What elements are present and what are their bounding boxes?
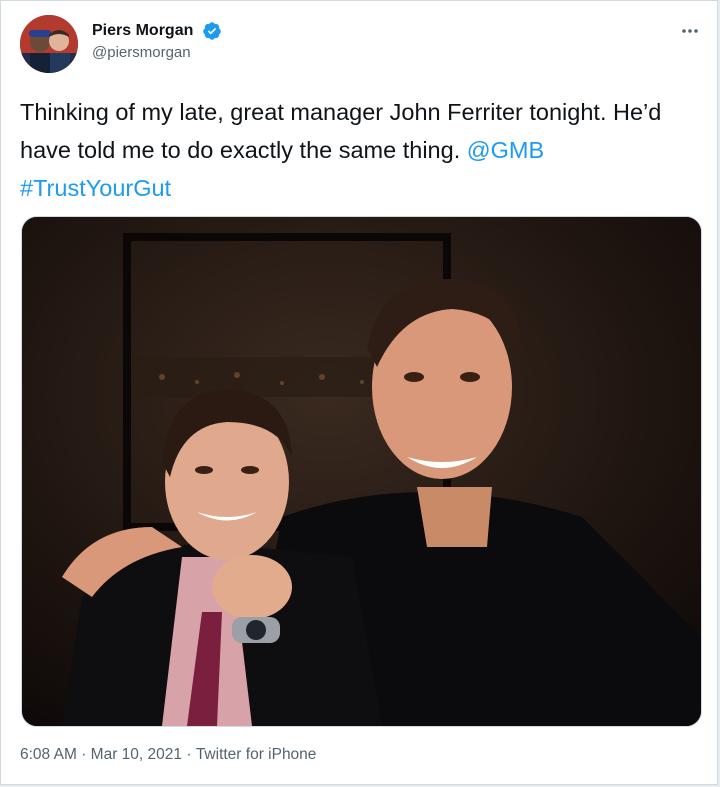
author-display-name[interactable]: Piers Morgan	[92, 22, 193, 40]
author-handle[interactable]: @piersmorgan	[92, 44, 222, 61]
more-horizontal-icon[interactable]	[680, 21, 700, 46]
meta-separator: ·	[81, 746, 87, 763]
tweet-time[interactable]: 6:08 AM	[20, 746, 77, 764]
tweet-source[interactable]: Twitter for iPhone	[196, 746, 317, 764]
tweet-header: Piers Morgan @piersmorgan	[20, 15, 700, 75]
mention-link[interactable]: @GMB	[467, 137, 544, 163]
tweet-meta: 6:08 AM · Mar 10, 2021 · Twitter for iPh…	[20, 746, 316, 764]
verified-badge-icon	[202, 21, 222, 41]
avatar[interactable]	[20, 15, 78, 73]
meta-separator: ·	[186, 746, 192, 763]
tweet-text: Thinking of my late, great manager John …	[20, 93, 700, 207]
tweet-body-text: Thinking of my late, great manager John …	[20, 99, 662, 163]
hashtag-link[interactable]: #TrustYourGut	[20, 175, 171, 201]
tweet-card: Piers Morgan @piersmorgan Thinking of my…	[0, 0, 718, 785]
tweet-photo[interactable]	[21, 216, 702, 727]
tweet-date[interactable]: Mar 10, 2021	[91, 746, 182, 764]
author-names: Piers Morgan @piersmorgan	[92, 21, 222, 61]
